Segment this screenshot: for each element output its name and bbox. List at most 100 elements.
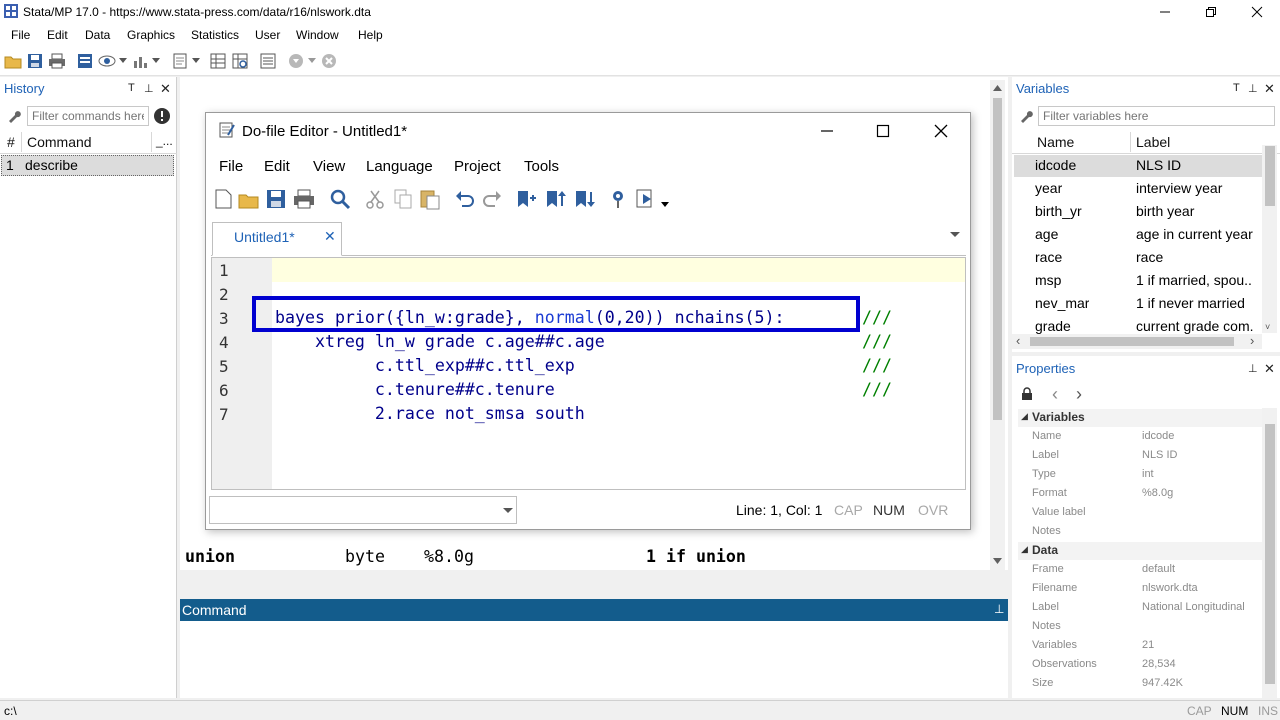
open-icon[interactable] bbox=[3, 51, 23, 71]
save-icon[interactable] bbox=[25, 51, 45, 71]
hscroll-right-icon[interactable]: › bbox=[1250, 333, 1254, 348]
data-browser-icon[interactable] bbox=[230, 51, 250, 71]
prop-value[interactable]: idcode bbox=[1142, 430, 1260, 449]
close-button[interactable] bbox=[1234, 0, 1280, 24]
graph-icon[interactable] bbox=[130, 51, 150, 71]
prop-value[interactable]: 21 bbox=[1142, 639, 1260, 658]
history-col-num[interactable]: # bbox=[7, 134, 15, 150]
prop-value[interactable]: NLS ID bbox=[1142, 449, 1260, 468]
viewer-dropdown-icon[interactable] bbox=[119, 58, 127, 64]
variable-name[interactable]: year bbox=[1035, 180, 1062, 203]
variable-name[interactable]: nev_mar bbox=[1035, 295, 1089, 318]
command-pin-icon[interactable]: ⊥ bbox=[994, 602, 1004, 616]
save-file-icon[interactable] bbox=[266, 188, 286, 210]
graph-dropdown-icon[interactable] bbox=[152, 58, 160, 64]
variables-pin-icon[interactable]: ⊥ bbox=[1248, 82, 1258, 95]
copy-icon[interactable] bbox=[393, 188, 413, 210]
toggle-bookmark-icon[interactable] bbox=[516, 188, 538, 210]
editor-menu-view[interactable]: View bbox=[313, 158, 345, 175]
execute-do-icon[interactable] bbox=[635, 188, 657, 210]
history-close-icon[interactable]: ✕ bbox=[160, 81, 171, 97]
hscroll-left-icon[interactable]: ‹ bbox=[1016, 333, 1020, 348]
menu-graphics[interactable]: Graphics bbox=[127, 28, 175, 42]
editor-maximize-button[interactable] bbox=[873, 122, 893, 140]
prop-value[interactable] bbox=[1142, 620, 1260, 639]
next-bookmark-icon[interactable] bbox=[574, 188, 596, 210]
tab-close-icon[interactable]: ✕ bbox=[324, 228, 336, 245]
editor-menu-tools[interactable]: Tools bbox=[524, 158, 559, 175]
find-icon[interactable] bbox=[329, 188, 351, 210]
collapse-icon[interactable]: ◢ bbox=[1021, 411, 1028, 422]
prev-icon[interactable]: ‹ bbox=[1052, 384, 1058, 405]
variable-name[interactable]: msp bbox=[1035, 272, 1061, 295]
paste-icon[interactable] bbox=[419, 188, 441, 210]
menu-statistics[interactable]: Statistics bbox=[191, 28, 239, 42]
properties-close-icon[interactable]: ✕ bbox=[1264, 361, 1275, 377]
variables-col-name[interactable]: Name bbox=[1037, 134, 1074, 150]
combo-dropdown-icon[interactable] bbox=[503, 508, 513, 514]
log-icon[interactable] bbox=[75, 51, 95, 71]
lock-icon[interactable] bbox=[1020, 387, 1034, 401]
break-icon[interactable] bbox=[319, 51, 339, 71]
previous-bookmark-icon[interactable] bbox=[545, 188, 567, 210]
properties-scroll-thumb[interactable] bbox=[1265, 424, 1275, 684]
redo-icon[interactable] bbox=[482, 188, 502, 210]
menu-edit[interactable]: Edit bbox=[47, 28, 68, 42]
data-editor-icon[interactable] bbox=[208, 51, 228, 71]
collapse-icon[interactable]: ◢ bbox=[1021, 544, 1028, 555]
variables-col-label[interactable]: Label bbox=[1136, 134, 1170, 150]
preview-icon[interactable] bbox=[607, 188, 629, 210]
editor-menu-file[interactable]: File bbox=[219, 158, 243, 175]
viewer-icon[interactable] bbox=[97, 51, 117, 71]
history-col-command[interactable]: Command bbox=[27, 134, 92, 150]
history-filter-pin-icon[interactable]: T bbox=[128, 82, 135, 94]
variables-hscroll-thumb[interactable] bbox=[1030, 337, 1234, 346]
menu-file[interactable]: File bbox=[11, 28, 30, 42]
variables-wrench-icon[interactable] bbox=[1018, 108, 1034, 124]
variables-close-icon[interactable]: ✕ bbox=[1264, 81, 1275, 97]
variables-filter-input[interactable] bbox=[1038, 106, 1275, 126]
prop-value[interactable]: 28,534 bbox=[1142, 658, 1260, 677]
menu-window[interactable]: Window bbox=[296, 28, 339, 42]
info-icon[interactable] bbox=[153, 107, 171, 125]
more-icon[interactable] bbox=[286, 51, 306, 71]
do-file-editor-icon[interactable] bbox=[170, 51, 190, 71]
history-pin-icon[interactable]: ⊥ bbox=[144, 82, 154, 95]
editor-menu-project[interactable]: Project bbox=[454, 158, 501, 175]
menu-data[interactable]: Data bbox=[85, 28, 110, 42]
new-file-icon[interactable] bbox=[213, 188, 233, 210]
execute-dropdown-icon[interactable] bbox=[661, 202, 669, 208]
menu-user[interactable]: User bbox=[255, 28, 280, 42]
editor-menu-language[interactable]: Language bbox=[366, 158, 433, 175]
scroll-up-icon[interactable] bbox=[992, 83, 1003, 93]
tab-list-dropdown-icon[interactable] bbox=[950, 232, 960, 238]
prop-value[interactable]: 947.42K bbox=[1142, 677, 1260, 696]
prop-value[interactable]: National Longitudinal bbox=[1142, 601, 1260, 620]
menu-help[interactable]: Help bbox=[358, 28, 383, 42]
variable-name[interactable]: birth_yr bbox=[1035, 203, 1082, 226]
variable-name[interactable]: idcode bbox=[1035, 157, 1076, 180]
editor-menu-edit[interactable]: Edit bbox=[264, 158, 290, 175]
prop-value[interactable] bbox=[1142, 506, 1260, 525]
print-file-icon[interactable] bbox=[293, 188, 315, 210]
variables-filter-pin-icon[interactable]: T bbox=[1233, 82, 1240, 94]
history-filter-input[interactable] bbox=[27, 106, 149, 126]
undo-icon[interactable] bbox=[455, 188, 475, 210]
prop-value[interactable]: nlswork.dta bbox=[1142, 582, 1260, 601]
variable-name[interactable]: grade bbox=[1035, 318, 1071, 334]
prop-value[interactable]: int bbox=[1142, 468, 1260, 487]
prop-value[interactable]: %8.0g bbox=[1142, 487, 1260, 506]
next-icon[interactable]: › bbox=[1076, 384, 1082, 405]
editor-minimize-button[interactable] bbox=[817, 123, 837, 139]
scroll-down-icon[interactable] bbox=[992, 556, 1003, 566]
cut-icon[interactable] bbox=[365, 188, 385, 210]
variables-scroll-down-icon[interactable]: ˅ bbox=[1265, 322, 1270, 332]
properties-pin-icon[interactable]: ⊥ bbox=[1248, 362, 1258, 375]
variable-name[interactable]: age bbox=[1035, 226, 1058, 249]
variable-name[interactable]: race bbox=[1035, 249, 1062, 272]
open-file-icon[interactable] bbox=[238, 188, 260, 210]
restore-button[interactable] bbox=[1188, 0, 1234, 24]
editor-command-combo[interactable] bbox=[209, 496, 517, 524]
editor-close-button[interactable] bbox=[931, 122, 951, 140]
command-input[interactable] bbox=[180, 621, 1008, 698]
